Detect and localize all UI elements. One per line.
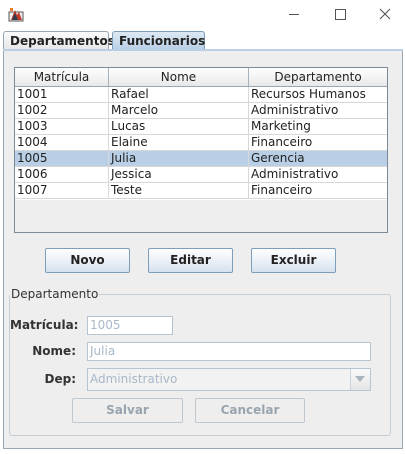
cell-matricula: 1002	[15, 103, 109, 118]
table-row[interactable]: 1001 Rafael Recursos Humanos	[15, 87, 387, 103]
cell-matricula: 1003	[15, 119, 109, 134]
nome-label: Nome:	[32, 344, 76, 358]
cell-departamento: Financeiro	[251, 183, 313, 197]
column-header-departamento[interactable]: Departamento	[249, 68, 387, 86]
cell-matricula: 1005	[15, 151, 109, 166]
table-row[interactable]: 1003 Lucas Marketing	[15, 119, 387, 135]
column-header-nome[interactable]: Nome	[109, 68, 249, 86]
table-body: 1001 Rafael Recursos Humanos 1002 Marcelo Adm…	[15, 87, 387, 199]
cell-departamento: Financeiro	[251, 135, 313, 149]
dep-select[interactable]: Administrativo	[87, 368, 371, 391]
cell-departamento: Recursos Humanos	[251, 87, 366, 101]
cell-nome: Rafael	[109, 87, 249, 102]
table-row[interactable]: 1002 Marcelo Administrativo	[15, 103, 387, 119]
table-row[interactable]: 1006 Jessica Administrativo	[15, 167, 387, 183]
matricula-label: Matrícula:	[10, 318, 79, 332]
cell-nome: Lucas	[109, 119, 249, 134]
minimize-button[interactable]	[276, 2, 312, 26]
cell-matricula: 1001	[15, 87, 109, 102]
dep-label: Dep:	[44, 372, 77, 386]
nome-field[interactable]: Julia	[87, 342, 371, 361]
cell-departamento: Gerencia	[251, 151, 305, 165]
dep-select-arrow[interactable]	[350, 369, 370, 390]
table-row[interactable]: 1004 Elaine Financeiro	[15, 135, 387, 151]
cell-departamento: Marketing	[251, 119, 311, 133]
employees-table[interactable]: Matrícula Nome Departamento 1001 Rafael Re…	[14, 67, 388, 233]
cell-nome: Elaine	[109, 135, 249, 150]
maximize-button[interactable]	[322, 2, 358, 26]
dep-select-value: Administrativo	[90, 372, 178, 386]
cell-matricula: 1004	[15, 135, 109, 150]
tab-content-border	[3, 49, 403, 51]
cell-nome: Julia	[109, 151, 249, 166]
cell-departamento: Administrativo	[251, 103, 339, 117]
salvar-button[interactable]: Salvar	[72, 398, 183, 423]
close-button[interactable]	[367, 2, 403, 26]
column-header-matricula[interactable]: Matrícula	[15, 68, 109, 86]
cell-matricula: 1007	[15, 183, 109, 198]
cancelar-button[interactable]: Cancelar	[195, 398, 305, 423]
cell-nome: Marcelo	[109, 103, 249, 118]
cell-matricula: 1006	[15, 167, 109, 182]
cell-nome: Jessica	[109, 167, 249, 182]
group-title: Departamento	[10, 286, 100, 302]
editar-button[interactable]: Editar	[148, 248, 233, 273]
tab-departamentos[interactable]: Departamentos	[3, 31, 115, 50]
title-bar	[0, 0, 406, 28]
cell-nome: Teste	[109, 183, 249, 198]
novo-button[interactable]: Novo	[45, 248, 130, 273]
table-empty-area	[15, 200, 387, 232]
java-app-icon	[8, 6, 24, 22]
close-icon	[379, 8, 391, 20]
excluir-button[interactable]: Excluir	[251, 248, 336, 273]
table-row[interactable]: 1007 Teste Financeiro	[15, 183, 387, 199]
table-row[interactable]: 1005 Julia Gerencia	[15, 151, 387, 167]
cell-departamento: Administrativo	[251, 167, 339, 181]
tab-funcionarios[interactable]: Funcionarios	[112, 31, 205, 50]
chevron-down-icon	[355, 376, 365, 382]
table-header: Matrícula Nome Departamento	[15, 68, 387, 87]
matricula-field[interactable]: 1005	[87, 316, 173, 335]
